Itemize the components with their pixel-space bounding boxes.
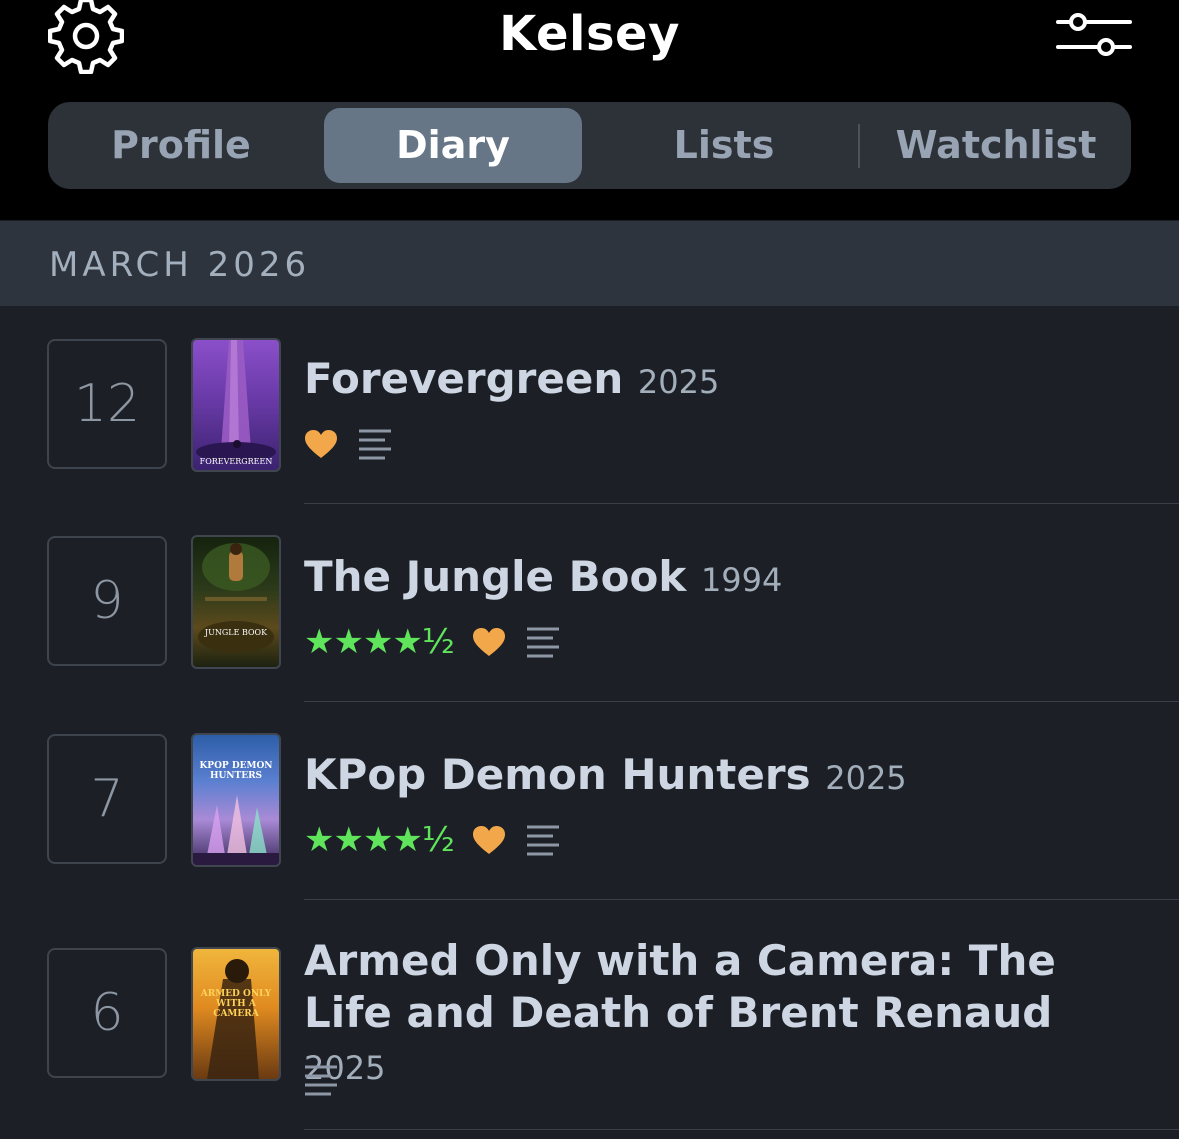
film-year: 2025 (637, 363, 720, 401)
month-section-header: MARCH 2026 (0, 221, 1179, 306)
entry-divider (304, 1129, 1179, 1130)
film-poster[interactable]: JUNGLE BOOK (191, 535, 281, 669)
tab-lists[interactable]: Lists (596, 108, 852, 183)
entry-meta (304, 1060, 338, 1100)
tab-divider (858, 124, 860, 168)
entry-meta (304, 424, 392, 464)
tab-profile[interactable]: Profile (56, 108, 306, 183)
profile-name-title: Kelsey (499, 6, 680, 62)
tab-diary[interactable]: Diary (324, 108, 582, 183)
film-title-text: The Jungle Book (304, 552, 687, 601)
sliders-icon[interactable] (1054, 10, 1134, 60)
star-rating: ★★★★½ (304, 820, 455, 860)
heart-icon (305, 430, 337, 458)
entry-meta: ★★★★½ (304, 622, 560, 662)
film-title-text: Armed Only with a Camera: The Life and D… (304, 936, 1056, 1037)
poster-caption: ARMED ONLY WITH A CAMERA (200, 989, 272, 1019)
day-number: 7 (47, 734, 167, 864)
film-poster[interactable]: KPOP DEMON HUNTERS (191, 733, 281, 867)
entry-meta: ★★★★½ (304, 820, 560, 860)
film-year: 1994 (700, 561, 783, 599)
diary-entry[interactable]: 12 FOREVERGREEN Forevergreen 2025 (0, 306, 1179, 504)
diary-entry[interactable]: 6 ARMED ONLY WITH A CAMERA Armed Only wi… (0, 900, 1179, 1130)
diary-entry[interactable]: 9 JUNGLE BOOK The Jungle Book 1994 ★★★★½ (0, 504, 1179, 702)
film-title[interactable]: The Jungle Book 1994 (304, 551, 1124, 606)
diary-entry[interactable]: 7 KPOP DEMON HUNTERS KPop Demon Hunters … (0, 702, 1179, 900)
heart-icon (472, 628, 505, 656)
profile-tab-bar: Profile Diary Lists Watchlist (48, 102, 1131, 189)
film-year: 2025 (825, 759, 907, 797)
review-lines-icon (359, 429, 391, 460)
film-title[interactable]: Armed Only with a Camera: The Life and D… (304, 935, 1124, 1094)
poster-caption: KPOP DEMON HUNTERS (199, 761, 273, 781)
month-label: MARCH 2026 (49, 245, 311, 285)
review-lines-icon (526, 825, 559, 856)
top-bar: Kelsey Profile Diary Lists Watchlist (0, 0, 1179, 220)
film-title[interactable]: KPop Demon Hunters 2025 (304, 749, 1124, 804)
film-title[interactable]: Forevergreen 2025 (304, 353, 1124, 408)
film-title-text: KPop Demon Hunters (304, 750, 811, 799)
film-title-text: Forevergreen (304, 354, 624, 403)
star-rating: ★★★★½ (304, 622, 455, 662)
heart-icon (472, 826, 505, 854)
poster-caption: FOREVERGREEN (199, 457, 273, 466)
review-lines-icon (305, 1065, 337, 1096)
day-number: 12 (47, 339, 167, 469)
tab-watchlist[interactable]: Watchlist (868, 108, 1124, 183)
day-number: 6 (47, 948, 167, 1078)
day-number: 9 (47, 536, 167, 666)
review-lines-icon (526, 627, 559, 658)
poster-caption: JUNGLE BOOK (204, 628, 268, 637)
film-poster[interactable]: ARMED ONLY WITH A CAMERA (191, 947, 281, 1081)
film-poster[interactable]: FOREVERGREEN (191, 338, 281, 472)
